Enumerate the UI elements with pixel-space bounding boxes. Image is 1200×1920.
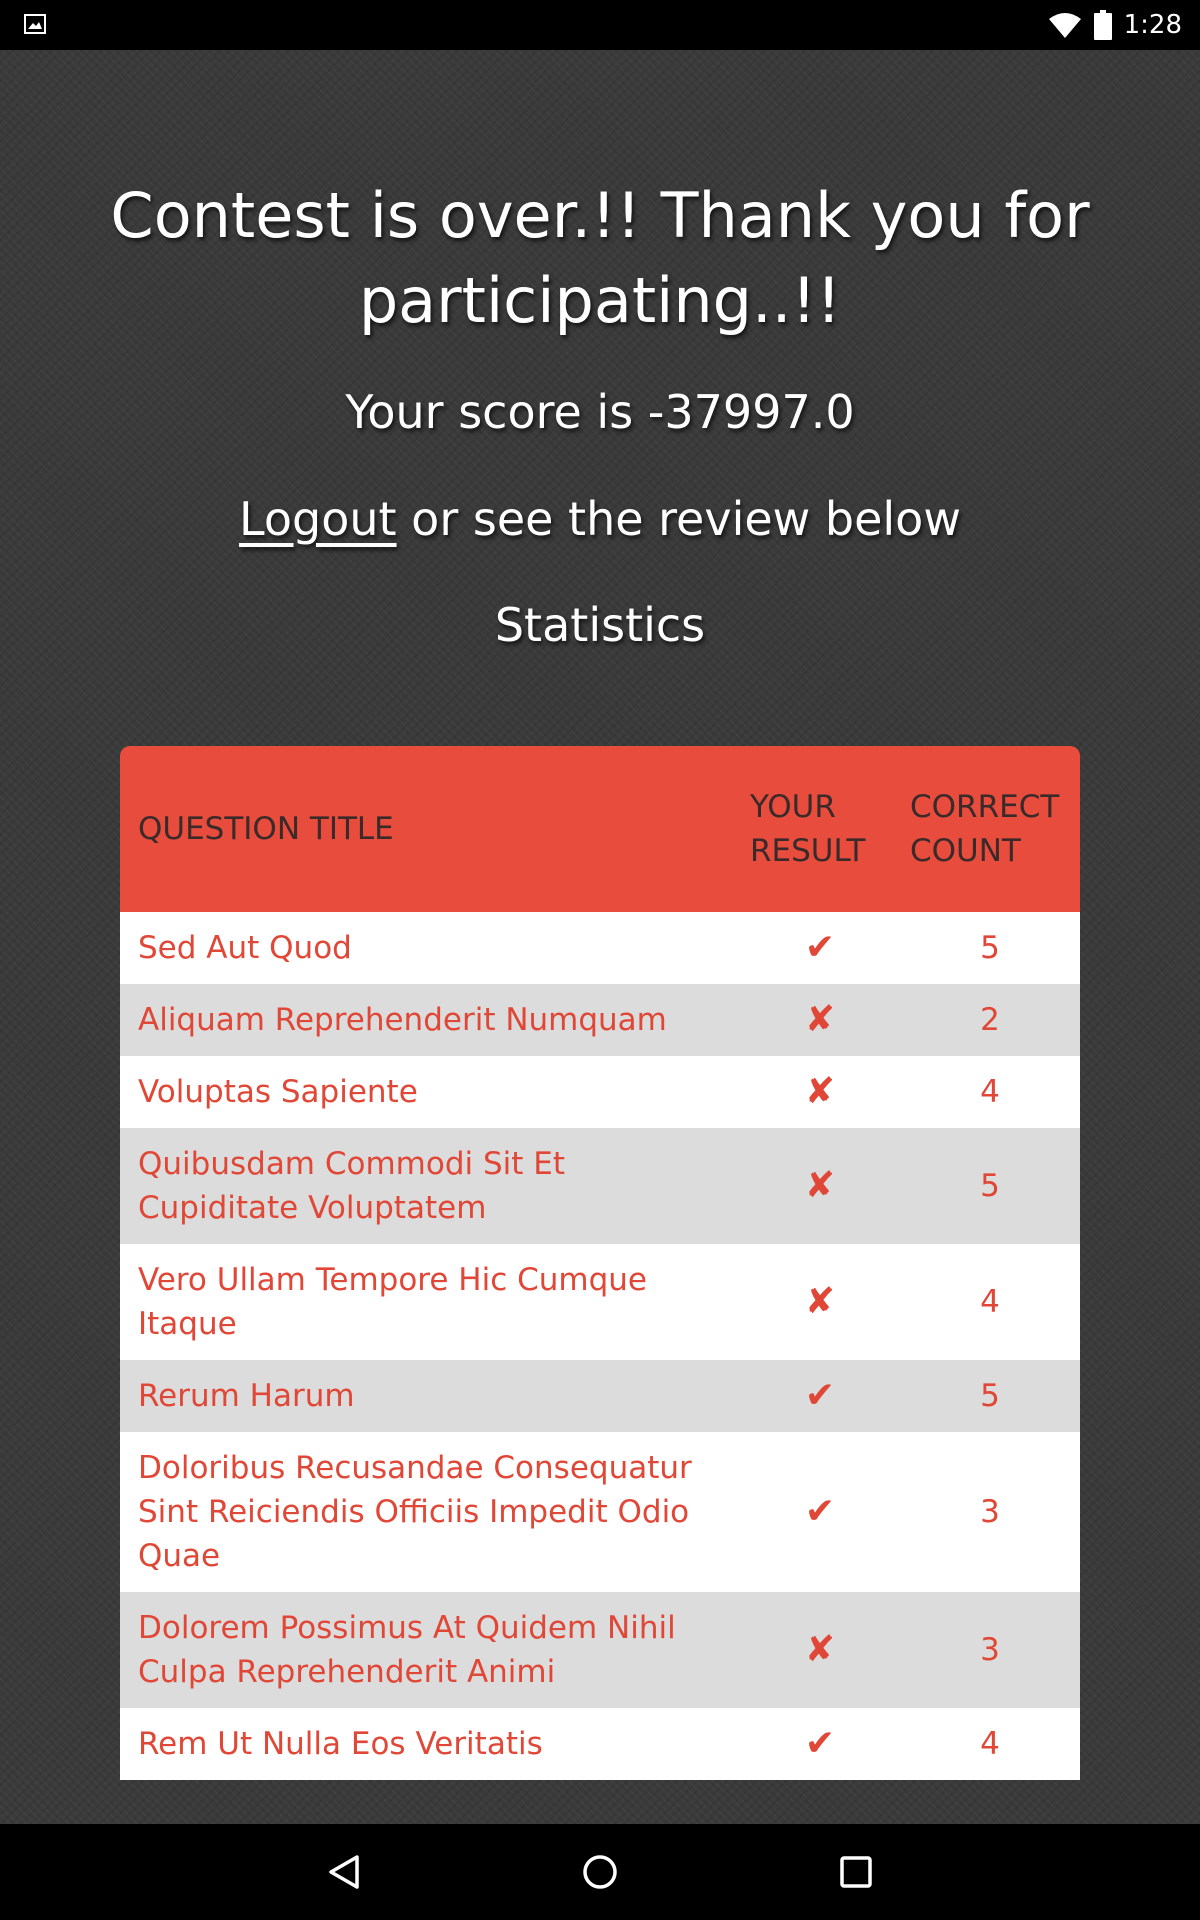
correct-count-cell: 5	[900, 912, 1080, 984]
table-row: Vero Ullam Tempore Hic Cumque Itaque ✘ 4	[120, 1244, 1080, 1360]
table-body: Sed Aut Quod ✔ 5 Aliquam Reprehenderit N…	[120, 912, 1080, 1780]
table-row: Sed Aut Quod ✔ 5	[120, 912, 1080, 984]
home-icon	[583, 1855, 617, 1889]
correct-count-cell: 4	[900, 1708, 1080, 1780]
table-row: Dolorem Possimus At Quidem Nihil Culpa R…	[120, 1592, 1080, 1708]
battery-icon	[1093, 10, 1112, 40]
logout-link[interactable]: Logout	[239, 492, 397, 546]
home-button[interactable]	[540, 1824, 660, 1920]
review-text: or see the review below	[396, 492, 961, 546]
correct-count-cell: 4	[900, 1056, 1080, 1128]
back-button[interactable]	[284, 1824, 404, 1920]
question-title-cell: Rem Ut Nulla Eos Veritatis	[120, 1708, 740, 1780]
back-icon	[329, 1855, 359, 1889]
correct-count-cell: 5	[900, 1128, 1080, 1244]
header-correct-count: CORRECT COUNT	[900, 746, 1080, 912]
contest-over-page: Contest is over.!! Thank you for partici…	[0, 50, 1200, 1824]
status-bar: 1:28	[0, 0, 1200, 50]
cross-icon: ✘	[740, 1056, 900, 1128]
statistics-table: QUESTION TITLE YOUR RESULT CORRECT COUNT…	[120, 746, 1080, 1780]
cross-icon: ✘	[740, 984, 900, 1056]
question-title-cell: Vero Ullam Tempore Hic Cumque Itaque	[120, 1244, 740, 1360]
score-text: Your score is -37997.0	[345, 385, 855, 439]
correct-count-cell: 3	[900, 1592, 1080, 1708]
table-row: Doloribus Recusandae Consequatur Sint Re…	[120, 1432, 1080, 1592]
wifi-icon	[1048, 13, 1081, 38]
table-row: Rem Ut Nulla Eos Veritatis ✔ 4	[120, 1708, 1080, 1780]
correct-count-cell: 2	[900, 984, 1080, 1056]
question-title-cell: Doloribus Recusandae Consequatur Sint Re…	[120, 1432, 740, 1592]
correct-count-cell: 3	[900, 1432, 1080, 1592]
page-title: Contest is over.!! Thank you for partici…	[110, 179, 1090, 337]
table-header-row: QUESTION TITLE YOUR RESULT CORRECT COUNT	[120, 746, 1080, 912]
status-right: 1:28	[1048, 0, 1182, 50]
question-title-cell: Dolorem Possimus At Quidem Nihil Culpa R…	[120, 1592, 740, 1708]
table-row: Aliquam Reprehenderit Numquam ✘ 2	[120, 984, 1080, 1056]
recents-icon	[840, 1856, 872, 1888]
question-title-cell: Quibusdam Commodi Sit Et Cupiditate Volu…	[120, 1128, 740, 1244]
cross-icon: ✘	[740, 1244, 900, 1360]
logout-line: Logout or see the review below	[100, 492, 1100, 546]
table-row: Quibusdam Commodi Sit Et Cupiditate Volu…	[120, 1128, 1080, 1244]
statistics-title: Statistics	[494, 598, 706, 652]
correct-count-cell: 5	[900, 1360, 1080, 1432]
app-screen: 1:28 Contest is over.!! Thank you for pa…	[0, 0, 1200, 1920]
question-title-cell: Aliquam Reprehenderit Numquam	[120, 984, 740, 1056]
question-title-cell: Sed Aut Quod	[120, 912, 740, 984]
status-time: 1:28	[1123, 10, 1182, 40]
table-row: Rerum Harum ✔ 5	[120, 1360, 1080, 1432]
navigation-bar	[0, 1824, 1200, 1920]
recents-button[interactable]	[796, 1824, 916, 1920]
cross-icon: ✘	[740, 1592, 900, 1708]
check-icon: ✔	[740, 1432, 900, 1592]
check-icon: ✔	[740, 1708, 900, 1780]
question-title-cell: Rerum Harum	[120, 1360, 740, 1432]
statistics-table-container: QUESTION TITLE YOUR RESULT CORRECT COUNT…	[120, 746, 1080, 1780]
check-icon: ✔	[740, 1360, 900, 1432]
cross-icon: ✘	[740, 1128, 900, 1244]
header-your-result: YOUR RESULT	[740, 746, 900, 912]
question-title-cell: Voluptas Sapiente	[120, 1056, 740, 1128]
correct-count-cell: 4	[900, 1244, 1080, 1360]
image-icon	[24, 14, 46, 34]
check-icon: ✔	[740, 912, 900, 984]
header-question-title: QUESTION TITLE	[120, 746, 740, 912]
table-row: Voluptas Sapiente ✘ 4	[120, 1056, 1080, 1128]
